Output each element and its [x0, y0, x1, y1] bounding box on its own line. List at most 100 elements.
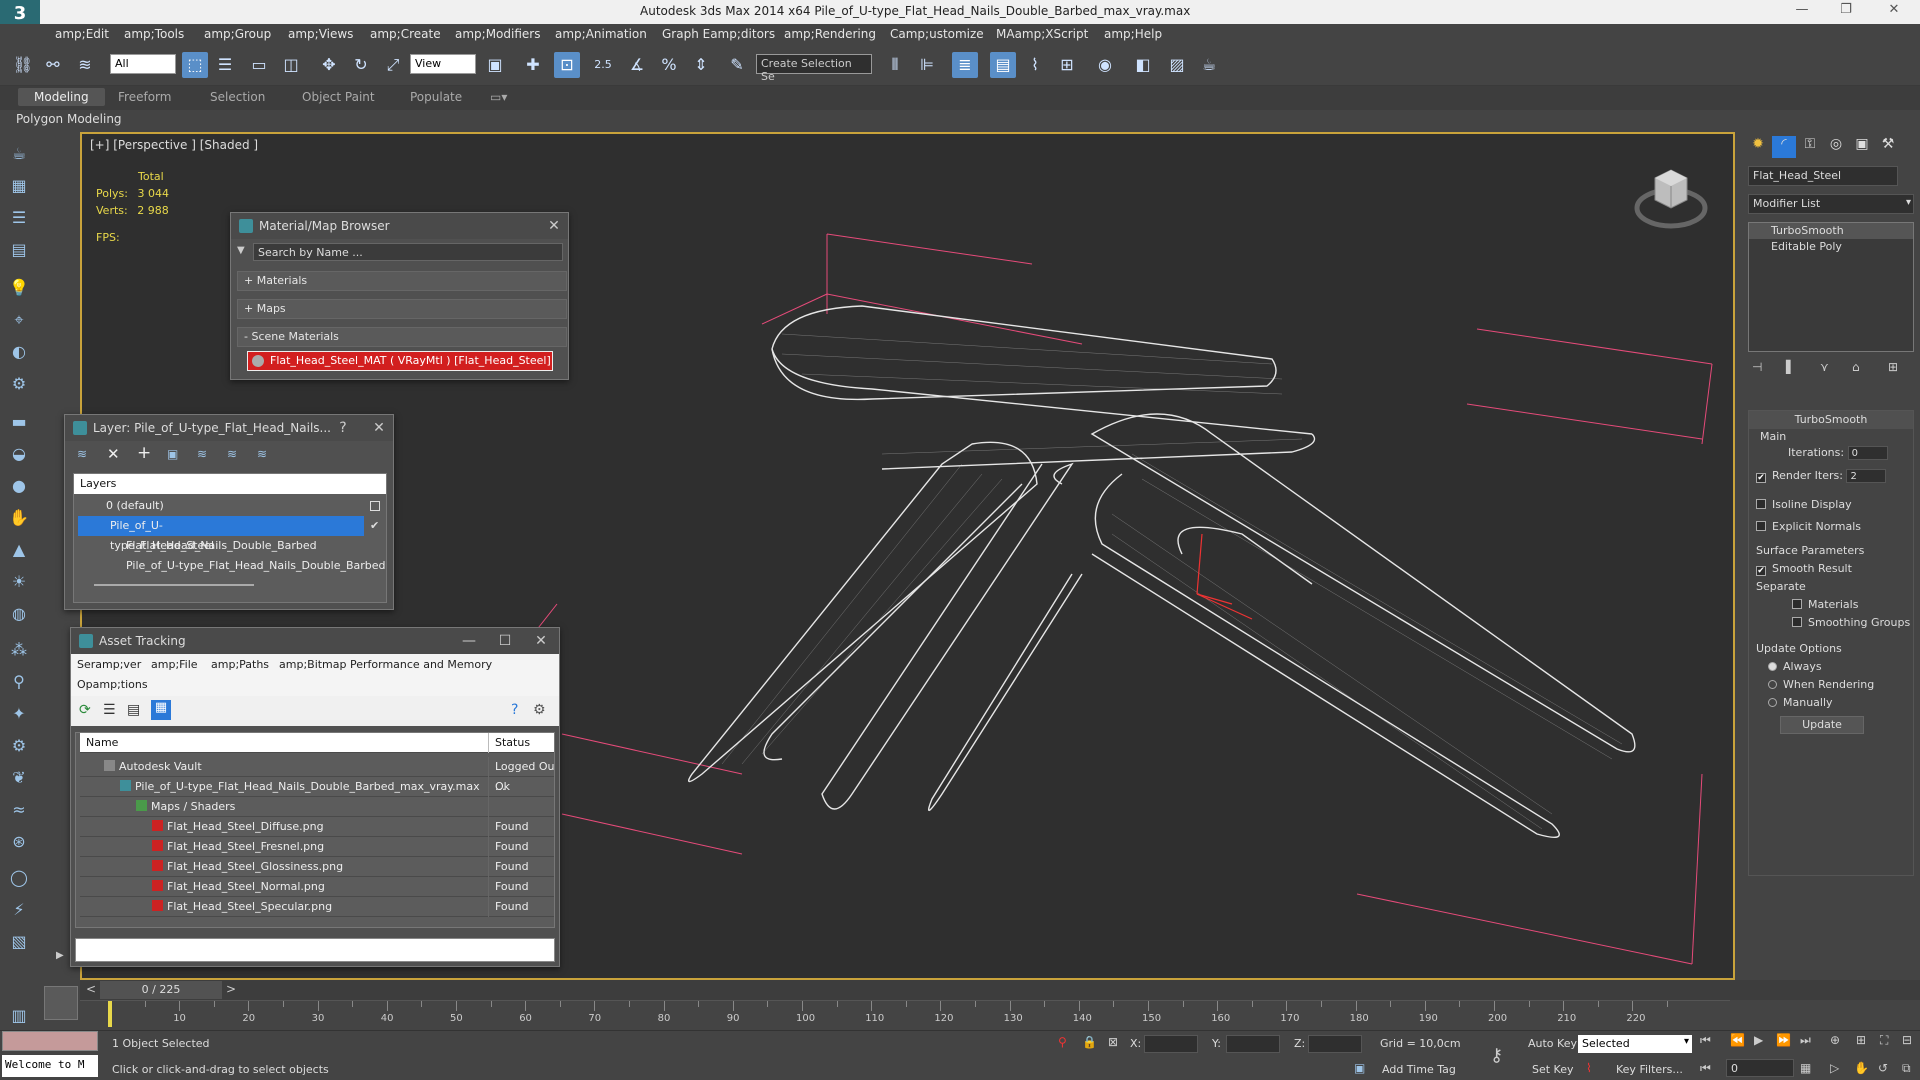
absolute-mode-icon[interactable]: ⊠	[1108, 1035, 1118, 1049]
layer-row-default[interactable]: 0 (default)	[78, 496, 396, 516]
time-next-icon[interactable]: >	[226, 982, 236, 996]
pan-icon[interactable]: ✋	[1854, 1061, 1869, 1075]
table-row[interactable]: Pile_of_U-type_Flat_Head_Nails_Double_Ba…	[80, 777, 554, 797]
scene-material-item[interactable]: Flat_Head_Steel_MAT ( VRayMtl ) [Flat_He…	[247, 351, 553, 371]
render-iters-checkbox[interactable]: ✔	[1756, 473, 1766, 483]
detail-view-icon[interactable]: ▤	[127, 702, 140, 718]
section-maps[interactable]: + Maps	[237, 299, 567, 319]
orbit-icon[interactable]: ↺	[1878, 1061, 1888, 1075]
horizontal-scrollbar[interactable]	[94, 584, 254, 586]
scene-explorer-icon[interactable]: ▦	[7, 174, 31, 198]
expand-left-icon[interactable]: ▶	[56, 950, 64, 961]
section-scene-materials[interactable]: - Scene Materials	[237, 327, 567, 347]
turbosmooth-title[interactable]: TurboSmooth	[1749, 411, 1913, 429]
menu-bitmap-performance[interactable]: amp;Bitmap Performance and Memory	[279, 658, 492, 671]
viewcube-icon[interactable]	[1631, 156, 1711, 236]
column-header-status[interactable]: Status	[488, 733, 554, 753]
menu-rendering[interactable]: amp;Rendering	[784, 27, 876, 41]
minimize-icon[interactable]: —	[459, 631, 479, 651]
named-selection-sets-dropdown[interactable]: Create Selection Se	[756, 54, 872, 83]
modify-tab-icon[interactable]: ◜	[1772, 136, 1796, 158]
menu-create[interactable]: amp;Create	[370, 27, 441, 41]
particles-icon[interactable]: ⁂	[7, 638, 31, 662]
snap-toggle-icon[interactable]: 2.5	[590, 52, 616, 78]
show-end-result-icon[interactable]: ▌	[1786, 360, 1795, 374]
when-rendering-radio[interactable]	[1768, 680, 1777, 689]
layer-row-object[interactable]: Flat_Head_Steel	[78, 536, 396, 556]
zoom-extents-all-icon[interactable]: ⊟	[1902, 1033, 1912, 1047]
z-coordinate-field[interactable]	[1308, 1035, 1362, 1053]
material-editor-icon[interactable]: ◉	[1092, 52, 1118, 78]
utilities-tab-icon[interactable]: ⚒	[1876, 136, 1900, 158]
make-unique-icon[interactable]: ⋎	[1820, 360, 1829, 374]
table-row[interactable]: Flat_Head_Steel_Normal.png Found	[80, 877, 554, 897]
manipulate-icon[interactable]: ✚	[520, 52, 546, 78]
graphite-toolbar-icon[interactable]: ▤	[990, 52, 1016, 78]
helper-icon[interactable]: ◐	[7, 340, 31, 364]
layer-row-object[interactable]: Pile_of_U-type_Flat_Head_Nails_Double_Ba…	[78, 556, 396, 576]
menu-modifiers[interactable]: amp;Modifiers	[455, 27, 540, 41]
close-icon[interactable]: ✕	[544, 216, 564, 236]
tab-object-paint[interactable]: Object Paint	[302, 90, 375, 104]
help-icon[interactable]: ?	[333, 418, 353, 438]
column-header-name[interactable]: Name	[80, 736, 118, 749]
go-to-start-icon[interactable]: ⏮	[1700, 1033, 1711, 1048]
materials-checkbox[interactable]	[1792, 599, 1802, 609]
track-bar[interactable]: 10 20 30 40 50 60 70 80 90 100 110 120 130 140 150 160 1…	[80, 1000, 1730, 1028]
pin-stack-icon[interactable]: ⊣	[1752, 360, 1762, 374]
curve-editor-icon[interactable]: ⌇	[1022, 52, 1048, 78]
sun-icon[interactable]: ☀	[7, 570, 31, 594]
smoothing-groups-checkbox[interactable]	[1792, 617, 1802, 627]
rect-selection-icon[interactable]: ▭	[246, 52, 272, 78]
table-row[interactable]: Flat_Head_Steel_Glossiness.png Found	[80, 857, 554, 877]
modifier-list-dropdown[interactable]: Modifier List ▾	[1748, 194, 1914, 214]
link-icon[interactable]: ⛓	[10, 52, 36, 78]
schematic-view-icon[interactable]: ⊞	[1054, 52, 1080, 78]
menu-graph-editors[interactable]: Graph Eamp;ditors	[662, 27, 775, 41]
current-frame-field[interactable]: 0	[1726, 1059, 1794, 1077]
create-tab-icon[interactable]: ✹	[1746, 136, 1770, 158]
vray-icon[interactable]: ▧	[7, 930, 31, 954]
select-by-name-icon[interactable]: ☰	[212, 52, 238, 78]
maximize-icon[interactable]: ☐	[495, 631, 515, 651]
menu-options[interactable]: Opamp;tions	[77, 678, 148, 691]
layer-checkbox-icon[interactable]	[370, 501, 380, 511]
align-icon[interactable]: ⊫	[914, 52, 940, 78]
systems-icon[interactable]: ⚙	[7, 372, 31, 396]
maxscript-mini-listener[interactable]: Welcome to M	[2, 1055, 98, 1077]
display-tab-icon[interactable]: ▣	[1850, 136, 1874, 158]
render-iters-spinner[interactable]: 2	[1846, 469, 1887, 483]
dome-icon[interactable]: ◒	[7, 442, 31, 466]
stack-item-editable-poly[interactable]: Editable Poly	[1749, 239, 1913, 255]
stack-item-turbosmooth[interactable]: TurboSmooth	[1749, 223, 1913, 239]
previous-frame-icon[interactable]: ⏪	[1730, 1033, 1745, 1047]
compass-icon[interactable]: ✦	[7, 702, 31, 726]
object-name-field[interactable]: Flat_Head_Steel	[1748, 166, 1898, 186]
auto-key-button[interactable]: Auto Key	[1528, 1037, 1577, 1050]
refresh-icon[interactable]: ⟳	[79, 702, 91, 718]
tab-selection[interactable]: Selection	[210, 90, 265, 104]
y-coordinate-field[interactable]	[1226, 1035, 1280, 1053]
delete-layer-icon[interactable]: ✕	[107, 445, 120, 463]
add-time-tag[interactable]: Add Time Tag	[1382, 1063, 1456, 1076]
time-tag-icon[interactable]: ▣	[1354, 1061, 1365, 1075]
menu-views[interactable]: amp;Views	[288, 27, 353, 41]
tab-freeform[interactable]: Freeform	[118, 90, 171, 104]
asset-tracking-title[interactable]: Asset Tracking	[71, 628, 559, 654]
smooth-result-checkbox[interactable]: ✔	[1756, 566, 1766, 576]
freeze-all-icon[interactable]: ≋	[257, 447, 267, 461]
highlight-layer-icon[interactable]: ≋	[197, 447, 207, 461]
new-layer-icon[interactable]: ≋	[77, 447, 87, 461]
update-button[interactable]: Update	[1780, 716, 1864, 734]
key-filter-icon[interactable]: ⌇	[1586, 1061, 1592, 1075]
material-map-browser-window[interactable]: Material/Map Browser ✕ ▼ Search by Name …	[230, 212, 569, 380]
hierarchy-tab-icon[interactable]: ⚿	[1798, 136, 1822, 158]
fov-icon[interactable]: ▷	[1830, 1061, 1839, 1075]
zoom-icon[interactable]: ⊕	[1830, 1033, 1840, 1047]
scale-icon[interactable]: ⤢	[380, 52, 406, 78]
time-cursor[interactable]	[108, 1001, 112, 1027]
menu-server[interactable]: Seramp;ver	[77, 658, 141, 671]
key-mode-toggle-icon[interactable]: ⏮	[1700, 1061, 1711, 1076]
menu-group[interactable]: amp;Group	[204, 27, 271, 41]
help-icon[interactable]: ?	[511, 702, 518, 718]
